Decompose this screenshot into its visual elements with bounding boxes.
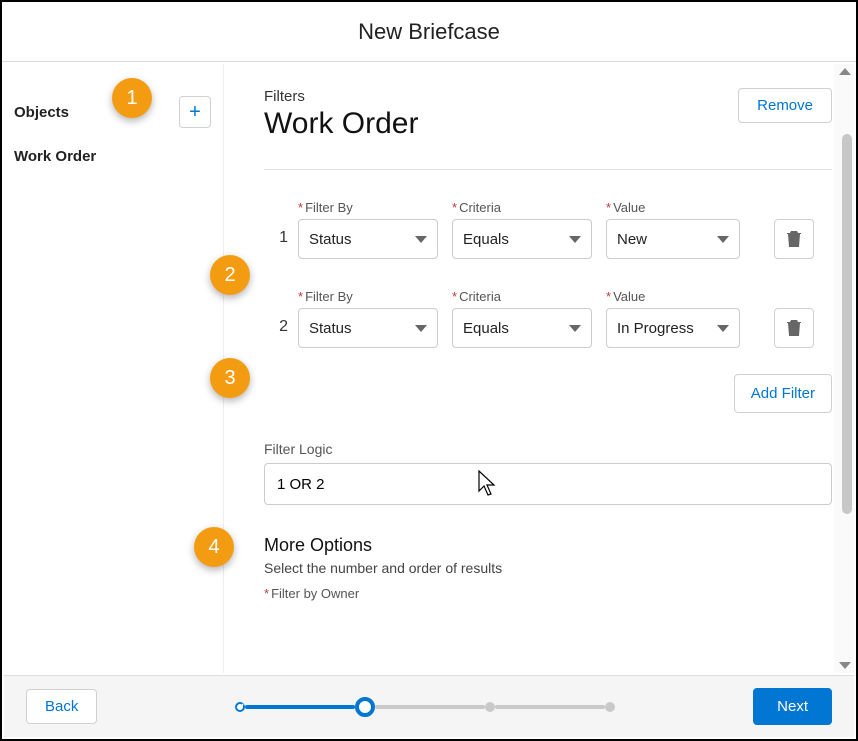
check-icon bbox=[236, 703, 244, 711]
add-object-button[interactable]: + bbox=[179, 96, 211, 128]
scroll-thumb[interactable] bbox=[842, 134, 852, 514]
chevron-down-icon bbox=[415, 325, 427, 332]
annotation-2: 2 bbox=[210, 255, 250, 295]
criteria-label: *Criteria bbox=[452, 289, 592, 304]
chevron-down-icon bbox=[569, 236, 581, 243]
more-options-desc: Select the number and order of results bbox=[264, 560, 832, 576]
main-panel: Filters Work Order Remove 1 *Filter By S… bbox=[224, 64, 854, 673]
filter-by-select[interactable]: Status bbox=[298, 308, 438, 348]
chevron-down-icon bbox=[415, 236, 427, 243]
delete-filter-button[interactable] bbox=[774, 219, 814, 259]
value-label: *Value bbox=[606, 289, 740, 304]
filter-logic-input[interactable] bbox=[264, 463, 832, 505]
divider bbox=[264, 169, 832, 170]
scroll-down-icon[interactable] bbox=[839, 662, 851, 669]
trash-icon bbox=[786, 230, 802, 248]
remove-button[interactable]: Remove bbox=[738, 88, 832, 123]
annotation-4: 4 bbox=[194, 527, 234, 567]
sidebar-heading: Objects bbox=[14, 104, 69, 121]
next-button[interactable]: Next bbox=[753, 688, 832, 725]
delete-filter-button[interactable] bbox=[774, 308, 814, 348]
step-3 bbox=[485, 702, 495, 712]
object-title: Work Order bbox=[264, 107, 418, 141]
filter-by-label: *Filter By bbox=[298, 200, 438, 215]
chevron-down-icon bbox=[717, 236, 729, 243]
mouse-cursor-icon bbox=[478, 470, 498, 501]
annotation-1: 1 bbox=[112, 78, 152, 118]
chevron-down-icon bbox=[569, 325, 581, 332]
sidebar-item-label: Work Order bbox=[14, 148, 96, 165]
modal-footer: Back Next bbox=[4, 675, 854, 737]
filters-section-label: Filters bbox=[264, 88, 418, 105]
back-button[interactable]: Back bbox=[26, 689, 97, 724]
filter-row: 2 *Filter By Status *Criteria Equals bbox=[264, 289, 832, 348]
plus-icon: + bbox=[189, 101, 201, 124]
step-1-done bbox=[235, 702, 245, 712]
progress-stepper bbox=[235, 697, 615, 717]
more-options-heading: More Options bbox=[264, 535, 832, 556]
step-line bbox=[375, 705, 485, 709]
scroll-up-icon[interactable] bbox=[839, 68, 851, 75]
value-select[interactable]: New bbox=[606, 219, 740, 259]
step-line bbox=[495, 705, 605, 709]
value-select[interactable]: In Progress bbox=[606, 308, 740, 348]
filter-row: 1 *Filter By Status *Criteria Equals bbox=[264, 200, 832, 259]
filter-row-number: 1 bbox=[264, 229, 298, 259]
criteria-select[interactable]: Equals bbox=[452, 219, 592, 259]
add-filter-button[interactable]: Add Filter bbox=[734, 374, 832, 413]
scrollbar[interactable] bbox=[834, 64, 854, 673]
filter-logic-label: Filter Logic bbox=[264, 441, 832, 457]
value-label: *Value bbox=[606, 200, 740, 215]
filter-by-label: *Filter By bbox=[298, 289, 438, 304]
modal-title: New Briefcase bbox=[358, 19, 500, 45]
criteria-label: *Criteria bbox=[452, 200, 592, 215]
chevron-down-icon bbox=[717, 325, 729, 332]
trash-icon bbox=[786, 319, 802, 337]
filter-by-owner-label: *Filter by Owner bbox=[264, 586, 832, 601]
step-2-current bbox=[355, 697, 375, 717]
objects-sidebar: Objects + Work Order bbox=[4, 64, 224, 673]
annotation-3: 3 bbox=[210, 358, 250, 398]
criteria-select[interactable]: Equals bbox=[452, 308, 592, 348]
filter-row-number: 2 bbox=[264, 318, 298, 348]
step-4 bbox=[605, 702, 615, 712]
filter-by-select[interactable]: Status bbox=[298, 219, 438, 259]
sidebar-item-work-order[interactable]: Work Order bbox=[4, 132, 223, 171]
step-line bbox=[245, 705, 355, 709]
modal-header: New Briefcase bbox=[2, 2, 856, 62]
